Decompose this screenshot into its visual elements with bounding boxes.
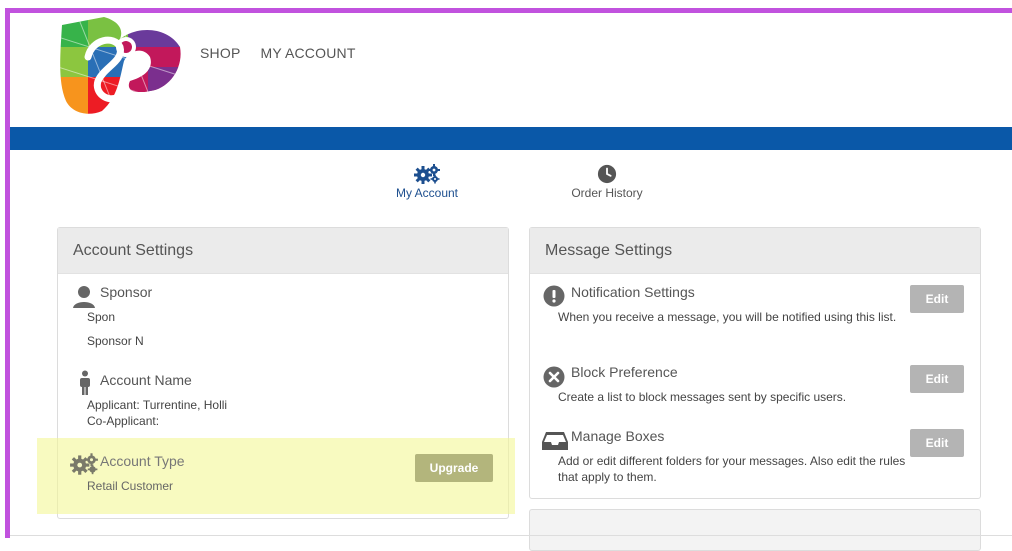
applicant-name: Applicant: Turrentine, Holli bbox=[87, 398, 228, 412]
block-preference-text: Create a list to block messages sent by … bbox=[558, 390, 847, 404]
person-icon bbox=[73, 286, 95, 308]
account-type-title: Account Type bbox=[100, 453, 185, 469]
tab-my-account[interactable]: My Account bbox=[392, 164, 462, 200]
exclamation-icon bbox=[543, 285, 565, 307]
upgrade-button[interactable]: Upgrade bbox=[415, 454, 493, 482]
clock-icon bbox=[597, 164, 617, 184]
notification-settings-text: When you receive a message, you will be … bbox=[558, 310, 897, 324]
tab-order-history-label: Order History bbox=[571, 186, 643, 200]
bottom-divider bbox=[10, 535, 1012, 536]
manage-boxes-text: Add or edit different folders for your m… bbox=[558, 454, 906, 484]
block-preference-edit-button[interactable]: Edit bbox=[910, 365, 964, 393]
co-applicant-name: Co-Applicant: bbox=[87, 414, 160, 428]
next-panel-edge bbox=[529, 509, 981, 551]
block-preference-title: Block Preference bbox=[571, 364, 678, 380]
standing-person-icon bbox=[80, 370, 90, 395]
notification-settings-title: Notification Settings bbox=[571, 284, 695, 300]
gears-icon bbox=[414, 164, 440, 184]
sponsor-line-1: Spon bbox=[87, 310, 116, 324]
brand-header-bar bbox=[10, 127, 1012, 150]
nav-my-account-link[interactable]: MY ACCOUNT bbox=[260, 45, 355, 61]
inbox-icon bbox=[542, 432, 568, 450]
top-navigation: SHOP MY ACCOUNT bbox=[200, 45, 356, 61]
message-settings-title: Message Settings bbox=[530, 228, 980, 274]
account-name-title: Account Name bbox=[100, 372, 192, 388]
sponsor-title: Sponsor bbox=[100, 284, 153, 300]
account-type-value: Retail Customer bbox=[87, 479, 174, 493]
manage-boxes-title: Manage Boxes bbox=[571, 428, 665, 444]
account-settings-title: Account Settings bbox=[58, 228, 508, 274]
notification-edit-button[interactable]: Edit bbox=[910, 285, 964, 313]
brand-logo[interactable] bbox=[58, 17, 184, 117]
frame-border-left bbox=[5, 8, 10, 538]
sponsor-line-2: Sponsor N bbox=[87, 334, 144, 348]
manage-boxes-edit-button[interactable]: Edit bbox=[910, 429, 964, 457]
close-circle-icon bbox=[543, 366, 565, 388]
top-margin bbox=[0, 0, 1012, 4]
frame-border-top bbox=[5, 8, 1012, 13]
tab-order-history[interactable]: Order History bbox=[565, 164, 649, 200]
nav-shop-link[interactable]: SHOP bbox=[200, 45, 240, 61]
gears-icon bbox=[70, 453, 98, 475]
tab-my-account-label: My Account bbox=[395, 186, 459, 200]
